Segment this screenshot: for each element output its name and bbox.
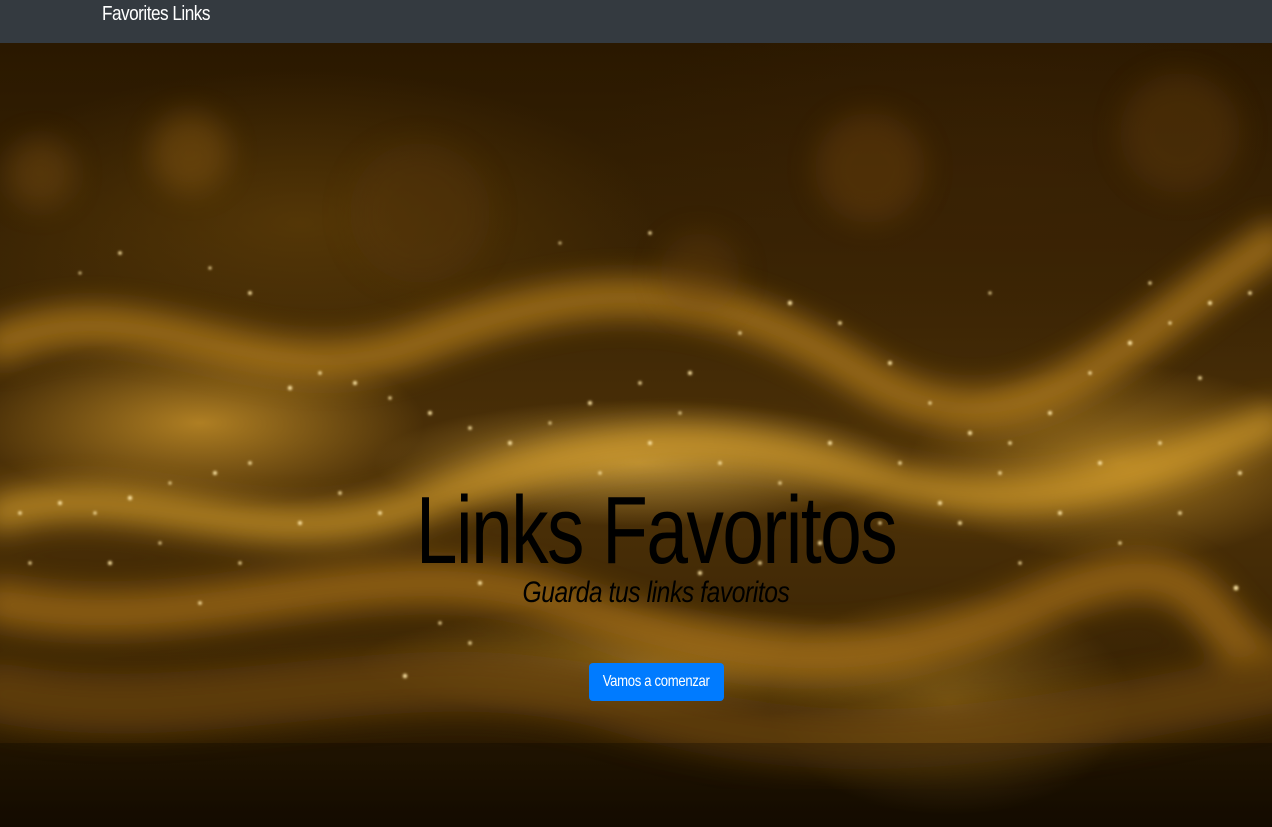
get-started-button-label: Vamos a comenzar xyxy=(603,673,710,690)
hero-title: Links Favoritos xyxy=(415,477,898,584)
hero-section: Links Favoritos Guarda tus links favorit… xyxy=(0,43,1272,827)
hero-background-image xyxy=(0,73,1272,827)
hero-subtitle: Guarda tus links favoritos xyxy=(522,576,790,609)
top-navbar: Favorites Links xyxy=(0,0,1272,43)
hero-content: Links Favoritos Guarda tus links favorit… xyxy=(0,478,1272,612)
get-started-button[interactable]: Vamos a comenzar xyxy=(589,663,724,701)
navbar-brand-link[interactable]: Favorites Links xyxy=(102,3,210,26)
